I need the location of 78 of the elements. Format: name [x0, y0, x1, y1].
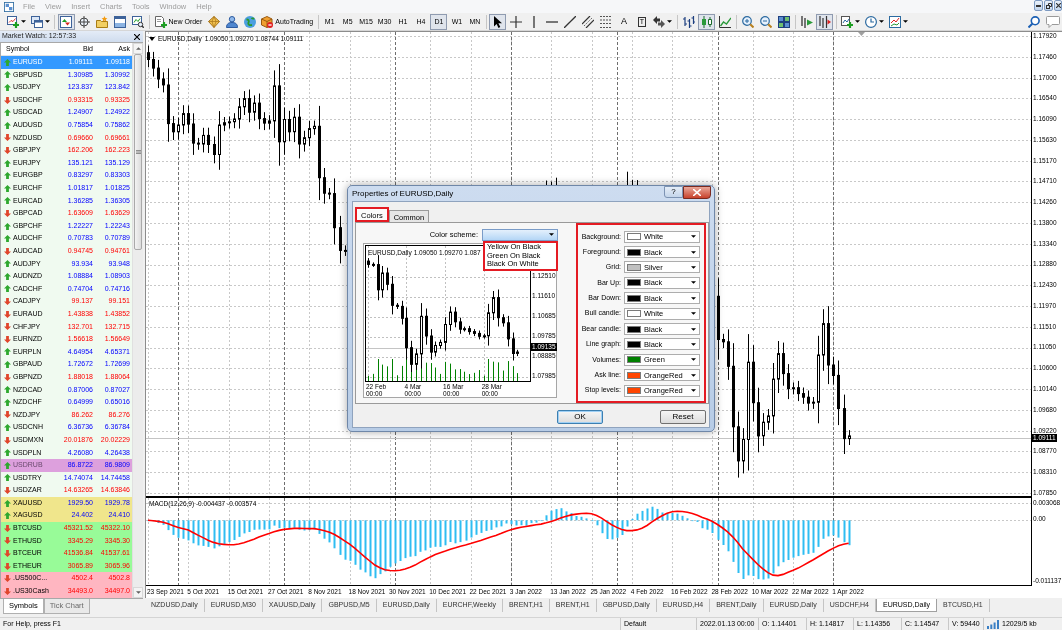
candlestick-button[interactable] [698, 13, 716, 30]
caret-icon [20, 20, 26, 23]
caret-icon [879, 20, 885, 23]
cube-stop-icon [261, 15, 274, 28]
line-chart-icon [718, 15, 731, 28]
minimize-icon [1036, 4, 1041, 7]
indicators-button[interactable] [839, 13, 863, 30]
zoom-in-button[interactable] [739, 13, 757, 30]
window-panel-icon [114, 15, 126, 28]
trendline-button[interactable] [561, 13, 579, 30]
tile-button[interactable] [775, 13, 793, 30]
tile-windows-icon [777, 15, 790, 28]
close-icon [134, 33, 140, 40]
chat-icon [1045, 15, 1060, 28]
document-plus-icon [154, 15, 167, 28]
signal-bars-icon [987, 619, 999, 629]
bar-chart-button[interactable] [680, 13, 698, 30]
profiles-button[interactable] [28, 13, 52, 30]
close-icon [1055, 3, 1061, 8]
cursor-icon [493, 15, 502, 28]
window-arrows-icon [60, 15, 72, 28]
zoom-in-icon [741, 15, 754, 28]
terminal-button[interactable] [111, 13, 129, 30]
close-button[interactable] [133, 33, 141, 40]
caret-icon [44, 20, 50, 23]
new-chart-button[interactable] [4, 13, 28, 30]
person-icon [225, 15, 238, 28]
scroll-down-button[interactable] [133, 587, 143, 598]
candlestick-icon [700, 15, 713, 28]
folder-star-icon [96, 15, 108, 28]
caret-icon [903, 20, 909, 23]
trend-line-icon [563, 15, 576, 28]
arrows-icon [653, 15, 666, 28]
editor-button[interactable] [205, 13, 223, 30]
search-icon [1028, 15, 1040, 28]
auto-scroll-icon [800, 15, 813, 28]
chart-shift-button[interactable] [816, 13, 834, 30]
indicator-plus-icon [841, 15, 854, 28]
crosshair-button[interactable] [507, 13, 525, 30]
windows-icon [30, 15, 43, 28]
cursor-button[interactable] [489, 13, 507, 30]
zoom-out-icon [759, 15, 772, 28]
template-icon [889, 15, 902, 28]
auto-scroll-button[interactable] [798, 13, 816, 30]
app-icon[interactable] [4, 1, 14, 12]
parallel-lines-icon [581, 15, 594, 28]
crosshair-icon [509, 15, 522, 28]
periods-button[interactable] [863, 13, 887, 30]
diamond-icon [207, 15, 220, 28]
scrollbar[interactable] [132, 43, 143, 598]
zoom-out-button[interactable] [757, 13, 775, 30]
chart-shift-icon [818, 15, 831, 28]
horizontal-line-icon [545, 20, 558, 23]
caret-icon [855, 20, 861, 23]
restore-button[interactable] [1044, 0, 1053, 11]
line-chart-button[interactable] [716, 13, 734, 30]
signals-button[interactable] [241, 13, 259, 30]
globe-icon [243, 15, 256, 28]
community-button[interactable] [223, 13, 241, 30]
dashed-levels-icon [599, 15, 612, 28]
templates-button[interactable] [887, 13, 911, 30]
tester-button[interactable] [129, 13, 147, 30]
clock-icon [865, 15, 878, 28]
vertical-line-icon [532, 15, 535, 28]
close-button[interactable] [1054, 0, 1062, 11]
scrollbar-thumb[interactable] [134, 54, 142, 250]
triangle-down-icon [135, 591, 141, 594]
search-button[interactable] [1025, 13, 1043, 30]
market-watch-button[interactable] [57, 13, 75, 30]
minimize-button[interactable] [1034, 0, 1043, 11]
grip-icon [135, 150, 141, 154]
triangle-up-icon [135, 47, 141, 50]
text-tool-button[interactable]: A [615, 13, 633, 30]
chart-plus-icon [6, 15, 19, 28]
caret-icon [667, 20, 673, 23]
bar-chart-icon [682, 15, 695, 28]
restore-icon [1045, 2, 1052, 9]
data-window-button[interactable] [75, 13, 93, 30]
